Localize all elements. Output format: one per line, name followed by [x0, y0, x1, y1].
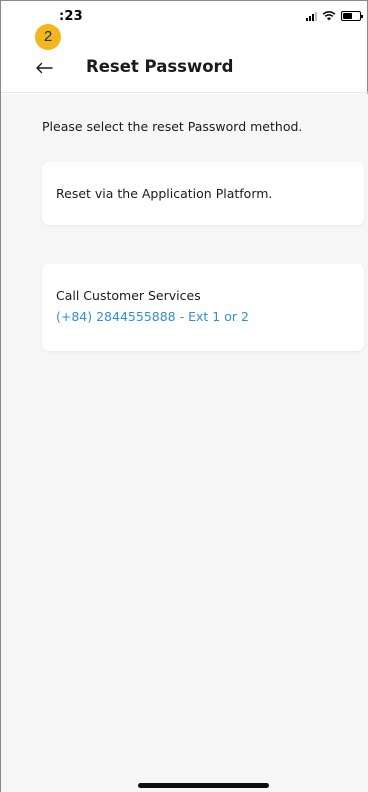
option-title: Call Customer Services — [56, 288, 201, 303]
back-button[interactable] — [31, 57, 57, 79]
reset-via-app-option[interactable]: Reset via the Application Platform. — [42, 162, 364, 225]
option-title: Reset via the Application Platform. — [56, 186, 273, 201]
page-title: Reset Password — [86, 57, 234, 76]
main-content: Please select the reset Password method.… — [1, 94, 368, 792]
battery-icon — [341, 11, 363, 21]
instruction-text: Please select the reset Password method. — [42, 119, 303, 134]
phone-screen: :23 2 Reset Password Please select the r… — [0, 0, 368, 792]
call-customer-services-option[interactable]: Call Customer Services (+84) 2844555888 … — [42, 264, 364, 351]
status-time: :23 — [59, 9, 83, 24]
customer-service-phone-link[interactable]: (+84) 2844555888 - Ext 1 or 2 — [56, 309, 249, 324]
arrow-left-icon — [36, 62, 53, 74]
home-indicator[interactable] — [138, 783, 269, 788]
header: Reset Password — [1, 45, 368, 93]
status-icons — [306, 11, 363, 21]
wifi-icon — [322, 11, 336, 21]
signal-icon — [306, 11, 317, 21]
